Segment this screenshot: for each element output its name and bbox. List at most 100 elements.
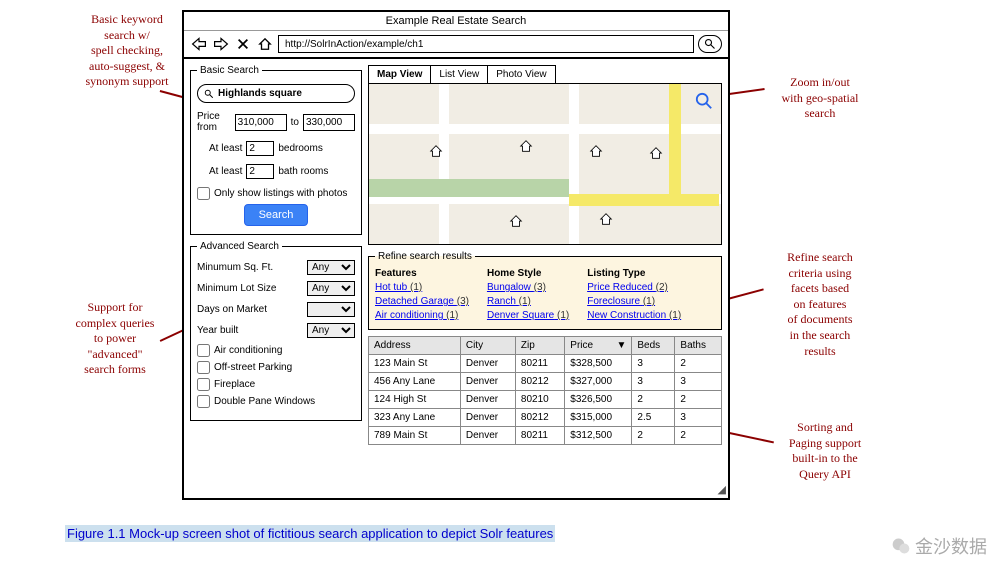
col-beds[interactable]: Beds <box>632 337 675 355</box>
facet-link[interactable]: Detached Garage (3) <box>375 295 469 309</box>
map-pin[interactable] <box>589 144 603 158</box>
min-lot-label: Minimum Lot Size <box>197 283 276 294</box>
map-pin[interactable] <box>649 146 663 160</box>
results-table: Address City Zip Price▼ Beds Baths 123 M… <box>368 336 722 445</box>
tab-photo-view[interactable]: Photo View <box>487 65 555 83</box>
table-row[interactable]: 124 High StDenver80210$326,50022 <box>369 391 722 409</box>
resize-handle[interactable]: ◢ <box>718 483 726 496</box>
days-on-market-select[interactable] <box>307 302 355 317</box>
facet-link[interactable]: Ranch (1) <box>487 295 569 309</box>
cell-beds: 2 <box>632 391 675 409</box>
windows-label: Double Pane Windows <box>214 396 315 407</box>
parking-checkbox[interactable] <box>197 361 210 374</box>
facet-home-heading: Home Style <box>487 268 569 279</box>
table-row[interactable]: 323 Any LaneDenver80212$315,0002.53 <box>369 409 722 427</box>
atleast-baths-label: At least <box>209 166 242 177</box>
right-column: Map View List View Photo View <box>368 65 722 445</box>
facet-features: Features Hot tub (1) Detached Garage (3)… <box>375 268 469 323</box>
facet-link[interactable]: Foreclosure (1) <box>587 295 681 309</box>
cell-baths: 2 <box>675 391 722 409</box>
days-on-market-label: Days on Market <box>197 304 267 315</box>
stop-button[interactable] <box>234 36 252 52</box>
window-title: Example Real Estate Search <box>184 12 728 31</box>
facet-link[interactable]: Denver Square (1) <box>487 309 569 323</box>
keyword-search-box[interactable] <box>197 84 355 103</box>
search-icon <box>204 89 214 99</box>
min-sqft-label: Minumum Sq. Ft. <box>197 262 273 273</box>
price-to-input[interactable] <box>303 114 355 131</box>
facet-link[interactable]: Air conditioning (1) <box>375 309 469 323</box>
col-baths[interactable]: Baths <box>675 337 722 355</box>
cell-address: 323 Any Lane <box>369 409 461 427</box>
cell-baths: 2 <box>675 355 722 373</box>
ac-checkbox[interactable] <box>197 344 210 357</box>
annotation-refine: Refine searchcriteria usingfacets basedo… <box>760 250 880 359</box>
bedrooms-label: bedrooms <box>278 143 322 154</box>
cell-zip: 80210 <box>515 391 564 409</box>
table-row[interactable]: 456 Any LaneDenver80212$327,00033 <box>369 373 722 391</box>
facet-link[interactable]: Bungalow (3) <box>487 281 569 295</box>
facet-link[interactable]: New Construction (1) <box>587 309 681 323</box>
windows-checkbox[interactable] <box>197 395 210 408</box>
view-tabs: Map View List View Photo View <box>368 65 722 83</box>
col-zip[interactable]: Zip <box>515 337 564 355</box>
search-button[interactable]: Search <box>244 204 309 226</box>
search-icon-button[interactable] <box>698 35 722 53</box>
year-built-label: Year built <box>197 325 238 336</box>
col-price[interactable]: Price▼ <box>565 337 632 355</box>
map-pin[interactable] <box>429 144 443 158</box>
forward-button[interactable] <box>212 36 230 52</box>
facet-link[interactable]: Hot tub (1) <box>375 281 469 295</box>
watermark: 金沙数据 <box>891 533 987 559</box>
url-input[interactable] <box>278 35 694 53</box>
col-city[interactable]: City <box>460 337 515 355</box>
table-row[interactable]: 123 Main StDenver80211$328,50032 <box>369 355 722 373</box>
year-built-select[interactable]: Any <box>307 323 355 338</box>
price-to-label: to <box>291 117 299 128</box>
advanced-search-legend: Advanced Search <box>197 241 282 252</box>
facet-link[interactable]: Price Reduced (2) <box>587 281 681 295</box>
tab-map-view[interactable]: Map View <box>368 65 431 83</box>
cell-beds: 2 <box>632 427 675 445</box>
photos-only-checkbox[interactable] <box>197 187 210 200</box>
annotation-zoom: Zoom in/outwith geo-spatialsearch <box>760 75 880 122</box>
bedrooms-input[interactable] <box>246 141 274 156</box>
fireplace-label: Fireplace <box>214 379 255 390</box>
cell-address: 456 Any Lane <box>369 373 461 391</box>
cell-price: $312,500 <box>565 427 632 445</box>
basic-search-panel: Basic Search Price from to At least bedr… <box>190 65 362 235</box>
price-from-input[interactable] <box>235 114 287 131</box>
fireplace-checkbox[interactable] <box>197 378 210 391</box>
cell-zip: 80211 <box>515 355 564 373</box>
basic-search-legend: Basic Search <box>197 65 262 76</box>
cell-price: $328,500 <box>565 355 632 373</box>
map-pin[interactable] <box>519 139 533 153</box>
annotation-advanced-search: Support forcomplex queriesto power"advan… <box>60 300 170 378</box>
facet-features-heading: Features <box>375 268 469 279</box>
min-sqft-select[interactable]: Any <box>307 260 355 275</box>
home-button[interactable] <box>256 36 274 52</box>
map-zoom-icon[interactable] <box>695 92 713 113</box>
cell-baths: 3 <box>675 409 722 427</box>
tab-list-view[interactable]: List View <box>430 65 488 83</box>
col-address[interactable]: Address <box>369 337 461 355</box>
map-pin[interactable] <box>599 212 613 226</box>
cell-baths: 2 <box>675 427 722 445</box>
figure-caption: Figure 1.1 Mock-up screen shot of fictit… <box>65 525 555 542</box>
main-content: Basic Search Price from to At least bedr… <box>184 59 728 451</box>
min-lot-select[interactable]: Any <box>307 281 355 296</box>
map-pin[interactable] <box>509 214 523 228</box>
cell-price: $315,000 <box>565 409 632 427</box>
map-view[interactable] <box>368 83 722 245</box>
cell-zip: 80212 <box>515 373 564 391</box>
cell-city: Denver <box>460 373 515 391</box>
cell-beds: 3 <box>632 355 675 373</box>
back-button[interactable] <box>190 36 208 52</box>
cell-price: $327,000 <box>565 373 632 391</box>
cell-zip: 80212 <box>515 409 564 427</box>
annotation-sorting: Sorting andPaging supportbuilt-in to the… <box>770 420 880 482</box>
bathrooms-input[interactable] <box>246 164 274 179</box>
table-row[interactable]: 789 Main StDenver80211$312,50022 <box>369 427 722 445</box>
facet-home-style: Home Style Bungalow (3) Ranch (1) Denver… <box>487 268 569 323</box>
keyword-input[interactable] <box>218 88 348 99</box>
